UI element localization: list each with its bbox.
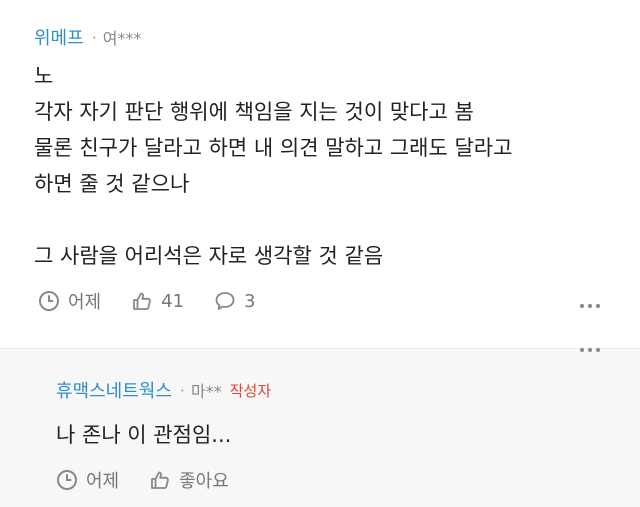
comment-line: 노 bbox=[34, 64, 54, 88]
comment-line: 각자 자기 판단 행위에 책임을 지는 것이 맞다고 봄 bbox=[34, 100, 474, 124]
comment-time-label: 어제 bbox=[68, 292, 102, 313]
clock-icon bbox=[57, 470, 77, 490]
reply-source[interactable]: 휴맥스네트웍스 bbox=[56, 377, 172, 403]
more-dots-icon bbox=[596, 348, 600, 352]
reply-meta: 휴맥스네트웍스 · 마** 작성자 bbox=[56, 377, 271, 403]
author-badge: 작성자 bbox=[229, 381, 272, 400]
comment-time: 어제 bbox=[38, 288, 101, 314]
meta-separator: · bbox=[179, 380, 186, 400]
more-dots-icon bbox=[580, 348, 584, 352]
comment-line: 하면 줄 것 같으나 bbox=[34, 172, 190, 196]
more-dots-icon bbox=[588, 304, 592, 308]
reply-user: 마** bbox=[191, 382, 222, 401]
comment-user: 여*** bbox=[102, 29, 142, 48]
reply-more-menu[interactable] bbox=[580, 348, 600, 352]
like-count: 41 bbox=[161, 290, 185, 312]
reply-body: 나 존나 이 관점임... bbox=[56, 417, 231, 453]
more-dots-icon bbox=[596, 304, 600, 308]
clock-icon bbox=[39, 291, 59, 311]
meta-separator: · bbox=[91, 27, 97, 47]
like-button[interactable]: 41 bbox=[131, 290, 184, 312]
reply-count: 3 bbox=[244, 290, 256, 312]
more-dots-icon bbox=[580, 304, 584, 308]
comment-actions: 어제 41 3 bbox=[38, 288, 285, 314]
comment-source[interactable]: 위메프 bbox=[34, 24, 84, 50]
comment-card: 위메프 · 여*** 노 각자 자기 판단 행위에 책임을 지는 것이 맞다고 … bbox=[0, 0, 640, 348]
reply-line: 나 존나 이 관점임... bbox=[56, 423, 232, 447]
reply-card: 휴맥스네트웍스 · 마** 작성자 나 존나 이 관점임... 어제 좋아요 bbox=[0, 348, 640, 507]
comment-line: 물론 친구가 달라고 하면 내 의견 말하고 그래도 달라고 bbox=[34, 136, 513, 160]
reply-actions: 어제 좋아요 bbox=[56, 467, 259, 493]
comment-line: 그 사람을 어리석은 자로 생각할 것 같음 bbox=[34, 244, 384, 268]
reply-time-label: 어제 bbox=[86, 471, 120, 492]
speech-bubble-icon bbox=[215, 292, 235, 310]
reply-like-button[interactable]: 좋아요 bbox=[149, 467, 229, 493]
comment-body: 노 각자 자기 판단 행위에 책임을 지는 것이 맞다고 봄 물론 친구가 달라… bbox=[34, 58, 624, 274]
reply-button[interactable]: 3 bbox=[214, 290, 255, 312]
comment-meta: 위메프 · 여*** bbox=[34, 24, 142, 50]
comment-line bbox=[34, 202, 624, 238]
reply-time: 어제 bbox=[56, 467, 119, 493]
reply-like-label: 좋아요 bbox=[179, 471, 229, 492]
comment-more-menu[interactable] bbox=[580, 304, 600, 308]
more-dots-icon bbox=[588, 348, 592, 352]
thumbs-up-icon bbox=[151, 471, 169, 489]
thumbs-up-icon bbox=[133, 292, 151, 310]
